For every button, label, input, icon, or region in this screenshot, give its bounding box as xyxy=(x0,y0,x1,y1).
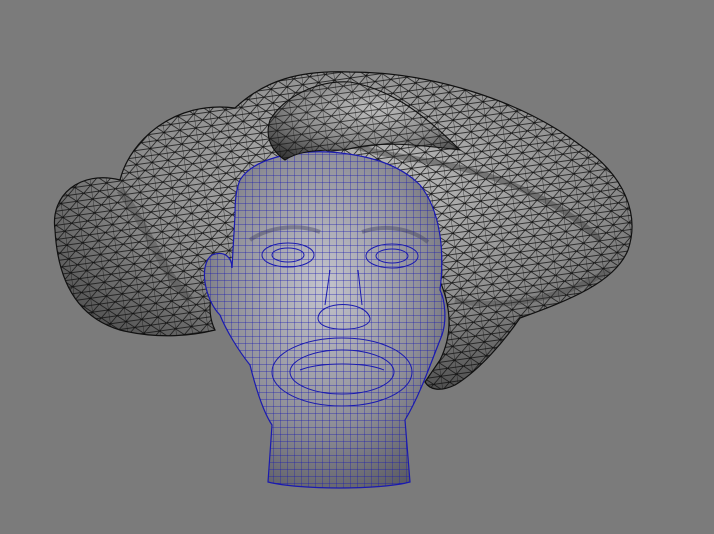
3d-viewport[interactable] xyxy=(0,0,714,534)
